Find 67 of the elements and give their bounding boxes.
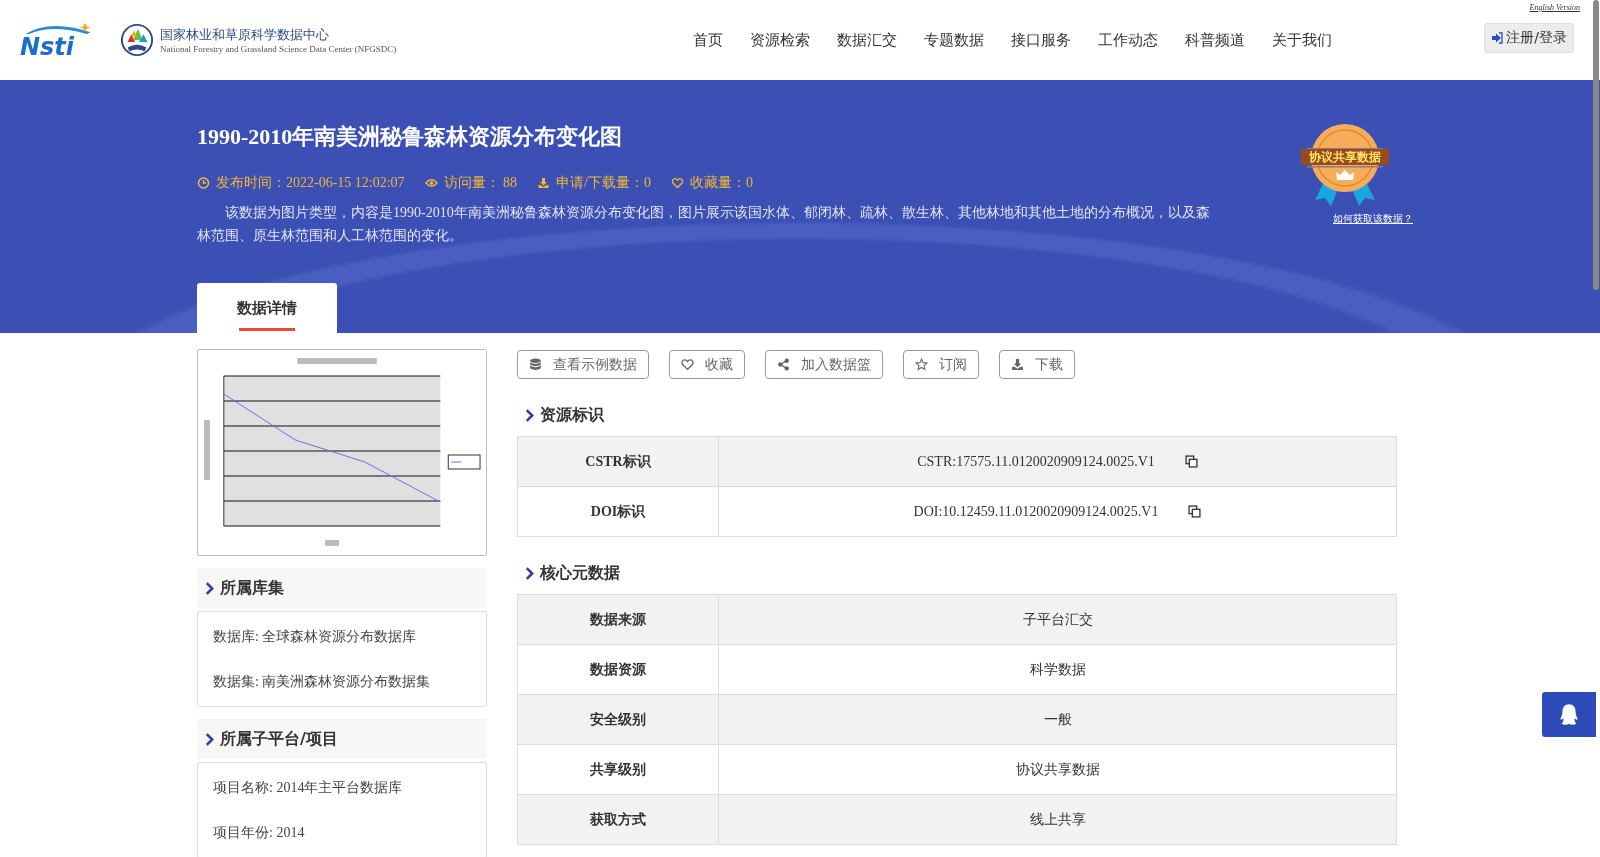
nav-link[interactable]: 接口服务 <box>997 30 1084 50</box>
meta-text: 发布时间：2022-06-15 12:02:07 <box>216 174 405 192</box>
eye-icon <box>424 177 438 189</box>
copy-icon[interactable] <box>1188 505 1202 518</box>
dataset-title: 1990-2010年南美洲秘鲁森林资源分布变化图 <box>197 123 624 151</box>
action-button[interactable]: 加入数据篮 <box>765 350 883 379</box>
org-name: 国家林业和草原科学数据中心 <box>160 26 330 44</box>
action-button[interactable]: 查看示例数据 <box>517 350 649 379</box>
table-cell: 共享级别 <box>518 745 719 794</box>
sign-in-icon <box>1491 32 1504 44</box>
info-text: 项目名称: 2014年主平台数据库 <box>213 779 404 797</box>
english-version-link[interactable]: English Version <box>1529 3 1580 12</box>
table-cell: 获取方式 <box>518 795 719 844</box>
nav-link[interactable]: 专题数据 <box>910 30 997 50</box>
nav-link[interactable]: 科普频道 <box>1171 30 1258 50</box>
star-icon <box>915 358 928 371</box>
login-button[interactable]: 注册/登录 <box>1484 23 1574 53</box>
table-cell: 一般 <box>1043 710 1072 729</box>
heart-icon <box>681 358 694 371</box>
nav-link[interactable]: 关于我们 <box>1258 30 1345 50</box>
table-cell: 数据资源 <box>518 645 719 694</box>
download-icon <box>537 177 551 189</box>
section-title: 资源标识 <box>540 405 604 426</box>
chevron-icon <box>525 409 534 422</box>
table-cell: 数据来源 <box>518 595 719 644</box>
logo-text: Nsti <box>20 35 75 59</box>
clock-icon <box>197 177 210 189</box>
dataset-description: 该数据为图片类型，内容是1990-2010年南美洲秘鲁森林资源分布变化图，图片展示该国水体、郁闭林、疏林、散生林、其他林地和其他土地的分布概况，以及森林范围、原生林范围和人工林范围的变化。 <box>197 204 1211 245</box>
org-name-english: National Forestry and Grassland Science Data Center (NFGSDC) <box>160 44 397 54</box>
meta-text: 收藏量：0 <box>690 174 753 192</box>
nav-link[interactable]: 数据汇交 <box>823 30 910 50</box>
scrollbar[interactable] <box>1593 0 1599 290</box>
section-title: 核心元数据 <box>540 563 620 584</box>
nav-link[interactable]: 资源检索 <box>736 30 823 50</box>
info-text: 项目年份: 2014 <box>213 824 306 842</box>
table-cell: 协议共享数据 <box>1015 760 1100 779</box>
download-icon <box>1011 358 1024 371</box>
meta-text: 访问量： 88 <box>443 174 518 192</box>
meta-text: 申请/下载量：0 <box>556 174 651 192</box>
table-cell: 线上共享 <box>1029 810 1086 829</box>
table-cell: 子平台汇交 <box>1022 610 1093 629</box>
info-text: 数据集: 南美洲森林资源分布数据集 <box>213 673 432 691</box>
table-cell: CSTR标识 <box>518 437 719 486</box>
tree-logo-icon <box>120 23 154 57</box>
heart-icon <box>671 177 684 189</box>
action-button[interactable]: 下载 <box>999 350 1075 379</box>
chevron-icon <box>525 567 534 580</box>
table-cell: 安全级别 <box>518 695 719 744</box>
info-text: 数据库: 全球森林资源分布数据库 <box>213 628 418 646</box>
how-to-get-data-link[interactable]: 如何获取该数据？ <box>1333 212 1413 226</box>
database-icon <box>529 358 542 371</box>
copy-icon[interactable] <box>1184 455 1198 468</box>
tab[interactable]: 数据详情 <box>197 283 337 333</box>
action-button[interactable]: 收藏 <box>669 350 745 379</box>
table-cell: CSTR:17575.11.0120020909124.0025.V1 <box>917 453 1155 470</box>
chevron-icon <box>205 732 214 746</box>
section-title: 所属子平台/项目 <box>220 728 338 750</box>
action-button[interactable]: 订阅 <box>903 350 979 379</box>
section-title: 所属库集 <box>220 577 284 599</box>
table-cell: DOI:10.12459.11.0120020909124.0025.V1 <box>913 503 1159 520</box>
share-icon <box>777 358 790 371</box>
nav-link[interactable]: 首页 <box>679 30 736 50</box>
chat-button[interactable] <box>1542 692 1596 737</box>
table-cell: 科学数据 <box>1029 660 1086 679</box>
table-cell: DOI标识 <box>518 487 719 536</box>
nav-link[interactable]: 工作动态 <box>1084 30 1171 50</box>
chevron-icon <box>205 581 214 595</box>
